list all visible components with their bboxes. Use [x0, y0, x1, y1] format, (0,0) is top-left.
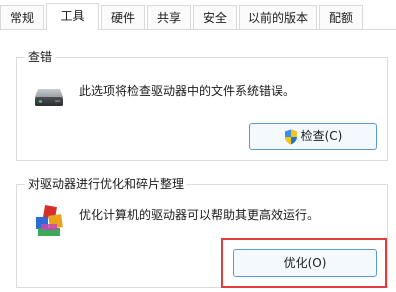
- tab-general[interactable]: 常规: [0, 5, 44, 29]
- check-button-label: 检查(C): [300, 129, 343, 143]
- tab-sharing[interactable]: 共享: [147, 5, 191, 29]
- optimize-description: 优化计算机的驱动器可以帮助其更高效运行。: [79, 208, 320, 222]
- error-checking-title: 查错: [25, 49, 56, 65]
- defrag-icon: [33, 204, 65, 238]
- tab-sharing-label: 共享: [156, 11, 181, 25]
- tab-quota[interactable]: 配额: [319, 5, 363, 29]
- tab-security[interactable]: 安全: [193, 5, 237, 29]
- tab-security-label: 安全: [202, 11, 227, 25]
- tab-quota-label: 配额: [328, 11, 353, 25]
- tab-previous-versions-label: 以前的版本: [247, 11, 308, 25]
- tab-tools[interactable]: 工具: [46, 3, 99, 30]
- tab-general-label: 常规: [9, 11, 34, 25]
- error-checking-group: 查错 此选项将检查驱动器中的文件系统错误。 检查(C): [16, 49, 388, 161]
- drive-icon: [33, 85, 65, 109]
- tab-previous-versions[interactable]: 以前的版本: [239, 5, 317, 29]
- tab-strip: 常规 工具 硬件 共享 安全 以前的版本 配额: [0, 0, 396, 30]
- optimize-button-label: 优化(O): [283, 256, 327, 270]
- drive-properties-tools-page: 常规 工具 硬件 共享 安全 以前的版本 配额 查错 此选项将检查驱动器中的文件…: [0, 0, 396, 292]
- optimize-button[interactable]: 优化(O): [233, 249, 377, 277]
- optimize-title: 对驱动器进行优化和碎片整理: [25, 176, 188, 192]
- uac-shield-icon: [284, 129, 298, 145]
- tab-tools-label: 工具: [60, 9, 85, 23]
- error-checking-description: 此选项将检查驱动器中的文件系统错误。: [79, 84, 296, 98]
- check-button[interactable]: 检查(C): [249, 123, 377, 150]
- optimize-group: 对驱动器进行优化和碎片整理 优化计算机的驱动器可以帮助其更高效运行。 优化(O): [16, 176, 388, 288]
- tab-hardware-label: 硬件: [110, 11, 135, 25]
- tab-hardware[interactable]: 硬件: [101, 5, 145, 29]
